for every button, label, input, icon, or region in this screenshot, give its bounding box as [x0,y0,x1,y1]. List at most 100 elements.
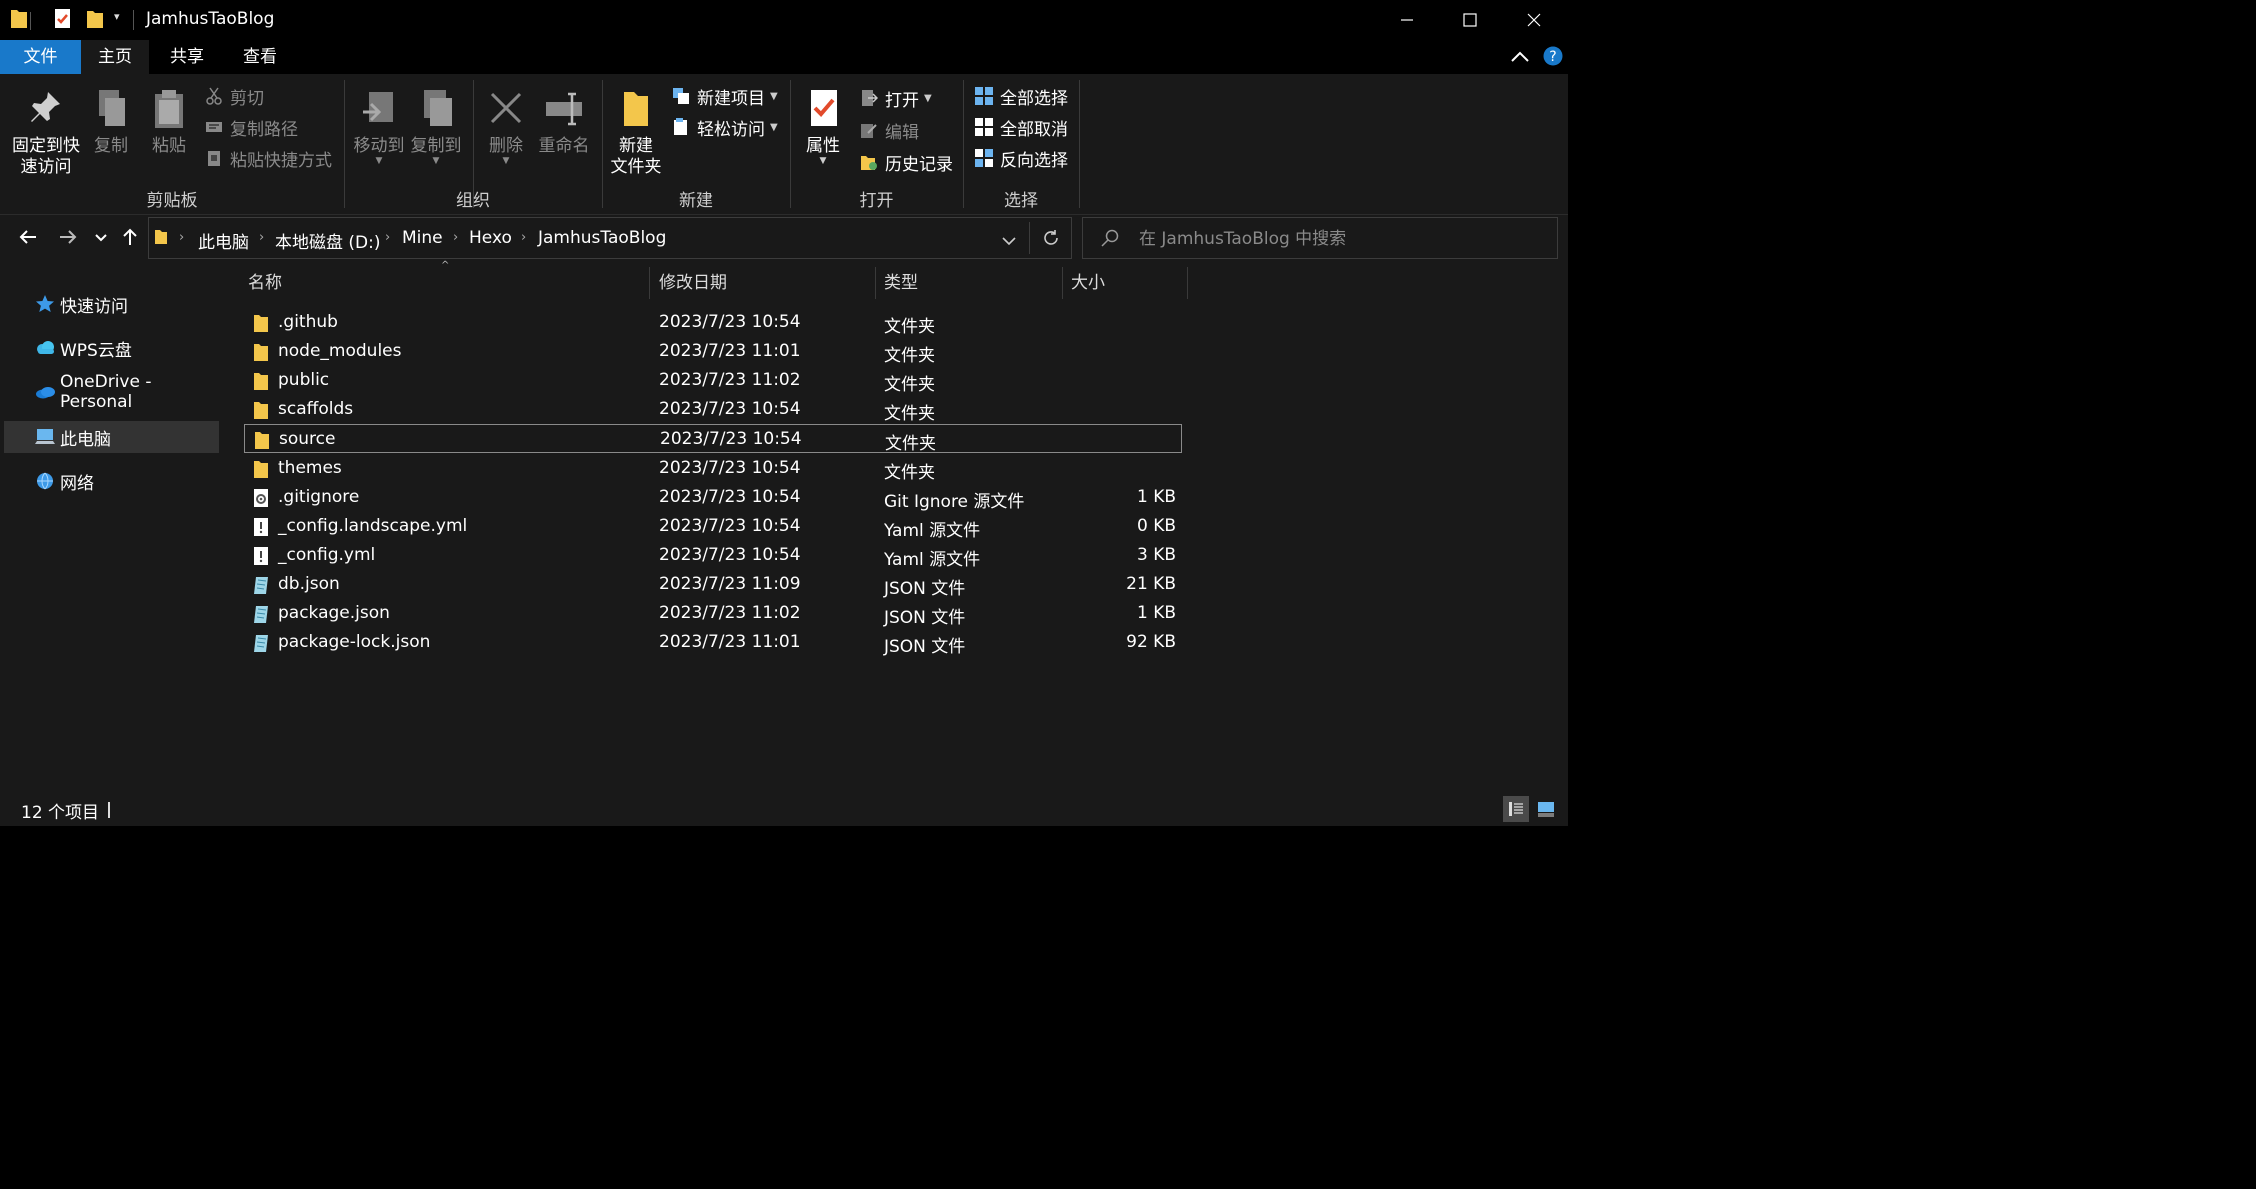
minimize-button[interactable] [1375,0,1439,40]
details-view-button[interactable] [1503,796,1529,822]
file-row[interactable]: node_modules 2023/7/23 11:01 文件夹 [244,337,1182,366]
column-header-date[interactable]: 修改日期 [659,263,727,303]
onedrive-icon [36,387,55,399]
title-divider [133,10,134,30]
new-item-button[interactable]: 新建项目 ▼ [672,82,778,110]
breadcrumb-chevron-icon[interactable]: › [259,230,264,245]
breadcrumb-chevron-icon[interactable]: › [453,230,458,245]
breadcrumb-chevron-icon[interactable]: › [179,230,184,245]
history-button[interactable]: 历史记录 [860,148,953,176]
ribbon-separator [1079,80,1080,208]
easy-access-button[interactable]: 轻松访问 ▼ [672,113,778,141]
network-icon [37,472,53,490]
nav-item-this-pc[interactable]: 此电脑 [4,421,219,453]
folder-icon [252,400,270,420]
file-date: 2023/7/23 11:02 [659,370,801,391]
cut-button[interactable]: 剪切 [205,82,264,110]
column-divider[interactable] [649,267,650,299]
breadcrumb-current[interactable]: JamhusTaoBlog [538,228,666,248]
nav-item-quick-access[interactable]: 快速访问 [4,288,219,320]
delete-button[interactable]: 删除 ▼ [481,88,531,166]
column-divider[interactable] [1062,267,1063,299]
breadcrumb-chevron-icon[interactable]: › [521,230,526,245]
search-box[interactable] [1082,217,1558,259]
folder-icon [253,430,271,450]
file-row[interactable]: .gitignore 2023/7/23 10:54 Git Ignore 源文件 1… [244,483,1182,512]
address-dropdown-button[interactable] [1002,232,1016,251]
file-row[interactable]: db.json 2023/7/23 11:09 JSON 文件 21 KB [244,570,1182,599]
file-row[interactable]: .github 2023/7/23 10:54 文件夹 [244,308,1182,337]
file-row[interactable]: package-lock.json 2023/7/23 11:01 JSON 文件 9… [244,628,1182,657]
open-button[interactable]: 打开 ▼ [860,84,932,112]
tab-home[interactable]: 主页 [81,40,149,74]
file-size: 3 KB [1136,544,1176,565]
nav-item-onedrive[interactable]: OneDrive - Personal [4,372,219,412]
copy-button[interactable]: 复制 [88,88,134,157]
breadcrumb-hexo[interactable]: Hexo [469,228,512,248]
select-all-button[interactable]: 全部选择 [975,82,1068,110]
refresh-button[interactable] [1042,229,1060,251]
new-folder-icon[interactable] [86,8,104,34]
rename-button[interactable]: 重命名 [534,88,594,157]
tab-view[interactable]: 查看 [224,40,296,74]
collapse-ribbon-icon[interactable] [1510,49,1530,69]
paste-icon [155,90,183,128]
file-row[interactable]: package.json 2023/7/23 11:02 JSON 文件 1 KB [244,599,1182,628]
properties-label: 属性 [806,136,840,156]
maximize-button[interactable] [1438,0,1502,40]
invert-selection-button[interactable]: 反向选择 [975,144,1068,172]
move-to-button[interactable]: 移动到 ▼ [351,88,407,166]
select-none-button[interactable]: 全部取消 [975,113,1068,141]
tab-file[interactable]: 文件 [0,40,81,74]
column-header-name[interactable]: 名称 [248,263,282,303]
file-row[interactable]: themes 2023/7/23 10:54 文件夹 [244,454,1182,483]
search-input[interactable] [1137,226,1541,252]
recent-locations-button[interactable] [94,227,108,251]
address-bar[interactable]: › 此电脑 › 本地磁盘 (D:) › Mine › Hexo › Jamhus… [148,217,1072,259]
copy-path-button[interactable]: 复制路径 [205,113,298,141]
file-type: 文件夹 [884,346,935,367]
nav-item-network[interactable]: 网络 [4,465,219,497]
back-button[interactable] [18,227,38,251]
file-name: themes [278,457,342,478]
file-row[interactable]: _config.landscape.yml 2023/7/23 10:54 Yaml… [244,512,1182,541]
breadcrumb-drive-d[interactable]: 本地磁盘 (D:) [275,228,381,253]
edit-button[interactable]: 编辑 [860,116,919,144]
window-title: JamhusTaoBlog [146,9,275,29]
paste-button[interactable]: 粘贴 [146,88,192,157]
customize-toolbar-icon[interactable]: ▾ [114,10,120,23]
breadcrumb-this-pc[interactable]: 此电脑 [198,228,249,253]
close-icon [1527,13,1541,27]
forward-button[interactable] [58,227,78,251]
star-icon [36,295,54,312]
tab-share[interactable]: 共享 [151,40,223,74]
file-row[interactable]: scaffolds 2023/7/23 10:54 文件夹 [244,395,1182,424]
close-button[interactable] [1502,0,1566,40]
breadcrumb-chevron-icon[interactable]: › [385,230,390,245]
large-icons-view-button[interactable] [1533,796,1559,822]
new-folder-button[interactable]: 新建 文件夹 [606,88,666,178]
pin-quick-access-button[interactable]: 固定到快 速访问 [8,88,84,178]
column-header-type[interactable]: 类型 [884,263,918,303]
copy-to-icon [424,90,452,126]
edit-icon [861,124,877,138]
nav-item-wps-cloud[interactable]: WPS云盘 [4,332,219,364]
breadcrumb-mine[interactable]: Mine [402,228,443,248]
file-date: 2023/7/23 10:54 [659,515,801,536]
file-row[interactable]: public 2023/7/23 11:02 文件夹 [244,366,1182,395]
file-row[interactable]: source 2023/7/23 10:54 文件夹 [244,424,1182,454]
file-explorer-window: ▾ JamhusTaoBlog 文件 主页 共享 查看 ? 固定到快 速访问 复… [0,0,1568,826]
properties-icon [811,90,837,126]
file-name: .github [278,312,338,332]
properties-icon[interactable] [54,8,72,34]
copy-to-button[interactable]: 复制到 ▼ [408,88,464,166]
help-icon[interactable]: ? [1543,46,1563,70]
file-row[interactable]: _config.yml 2023/7/23 10:54 Yaml 源文件 3 KB [244,541,1182,570]
column-divider[interactable] [1187,267,1188,299]
paste-shortcut-button[interactable]: 粘贴快捷方式 [205,144,332,172]
column-divider[interactable] [875,267,876,299]
column-header-size[interactable]: 大小 [1071,263,1105,303]
up-button[interactable] [122,227,138,251]
chevron-down-icon: ▼ [819,156,827,166]
properties-button[interactable]: 属性 ▼ [798,88,848,166]
